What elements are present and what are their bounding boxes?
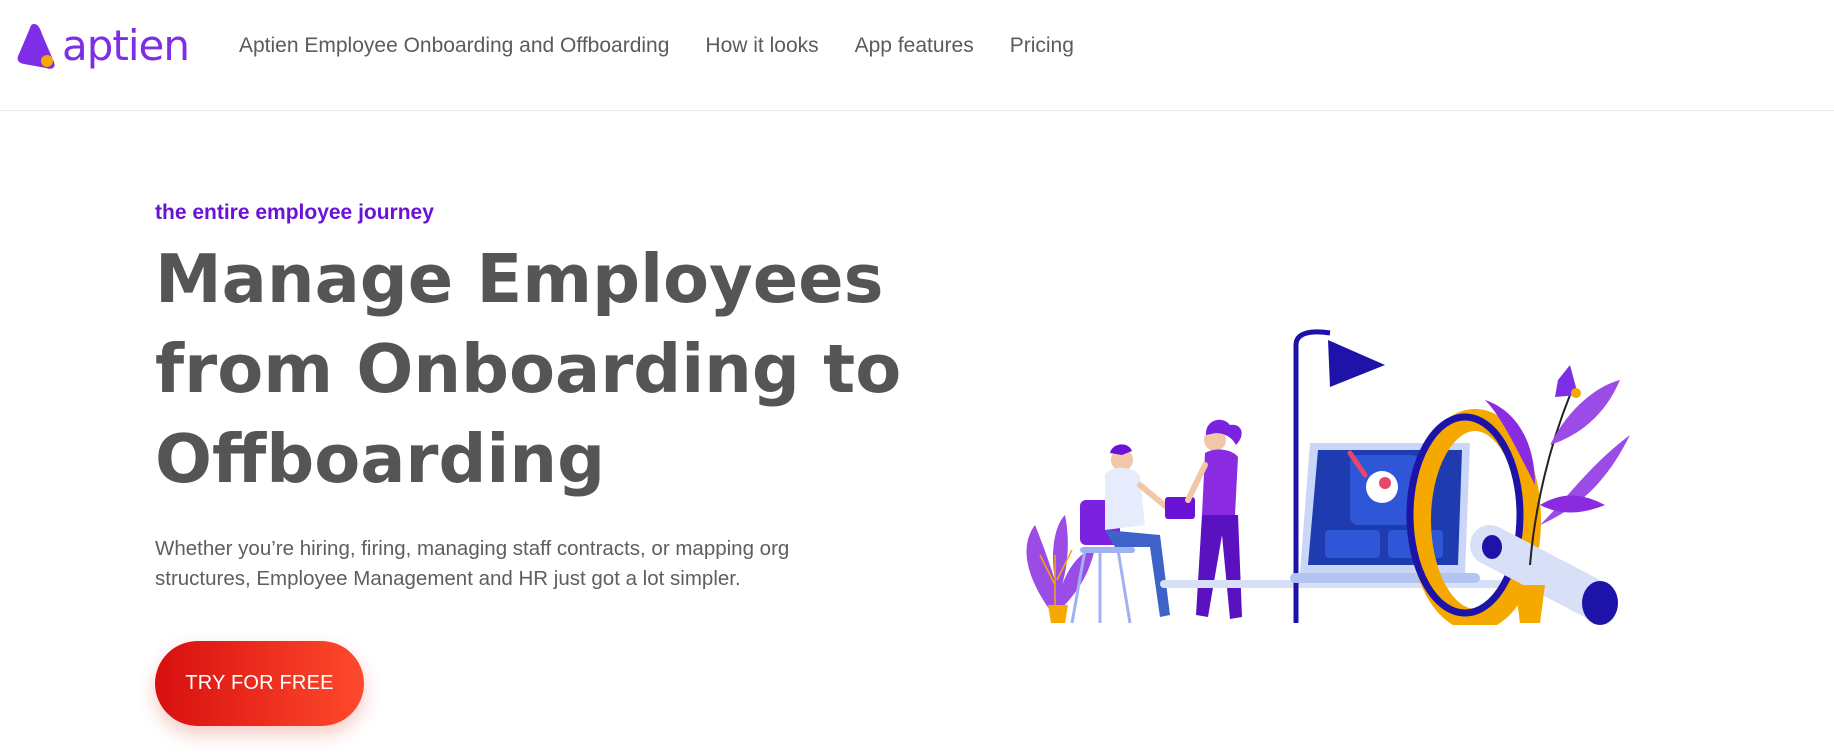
headline-line-3: Offboarding [155, 420, 606, 498]
laptop-icon [1290, 443, 1480, 583]
main-nav: Aptien Employee Onboarding and Offboardi… [239, 33, 1110, 59]
hero-section: the entire employee journey Manage Emplo… [155, 200, 915, 615]
headline-line-1: Manage Employees [155, 240, 884, 318]
hero-eyebrow: the entire employee journey [155, 201, 434, 224]
people-working-with-laptop-illustration [1026, 329, 1630, 625]
top-navbar: aptien Aptien Employee Onboarding and Of… [0, 0, 1834, 111]
aptien-logo-icon [17, 24, 55, 69]
nav-item-how-it-looks[interactable]: How it looks [705, 33, 818, 59]
headline-line-2: from Onboarding to [155, 330, 902, 408]
aptien-logo-link[interactable]: aptien [14, 20, 190, 72]
nav-item-onboarding-offboarding[interactable]: Aptien Employee Onboarding and Offboardi… [239, 33, 669, 59]
brand-name: aptien [62, 21, 190, 70]
nav-item-app-features[interactable]: App features [855, 33, 974, 59]
floating-aptien-icon [1555, 365, 1581, 398]
hero-headline: Manage Employees from Onboarding to Offb… [155, 234, 915, 504]
try-for-free-button[interactable]: TRY FOR FREE [155, 641, 364, 726]
nav-item-pricing[interactable]: Pricing [1010, 33, 1074, 59]
hero-subtitle: Whether you’re hiring, firing, managing … [155, 537, 790, 590]
standing-woman-icon [1185, 419, 1242, 619]
